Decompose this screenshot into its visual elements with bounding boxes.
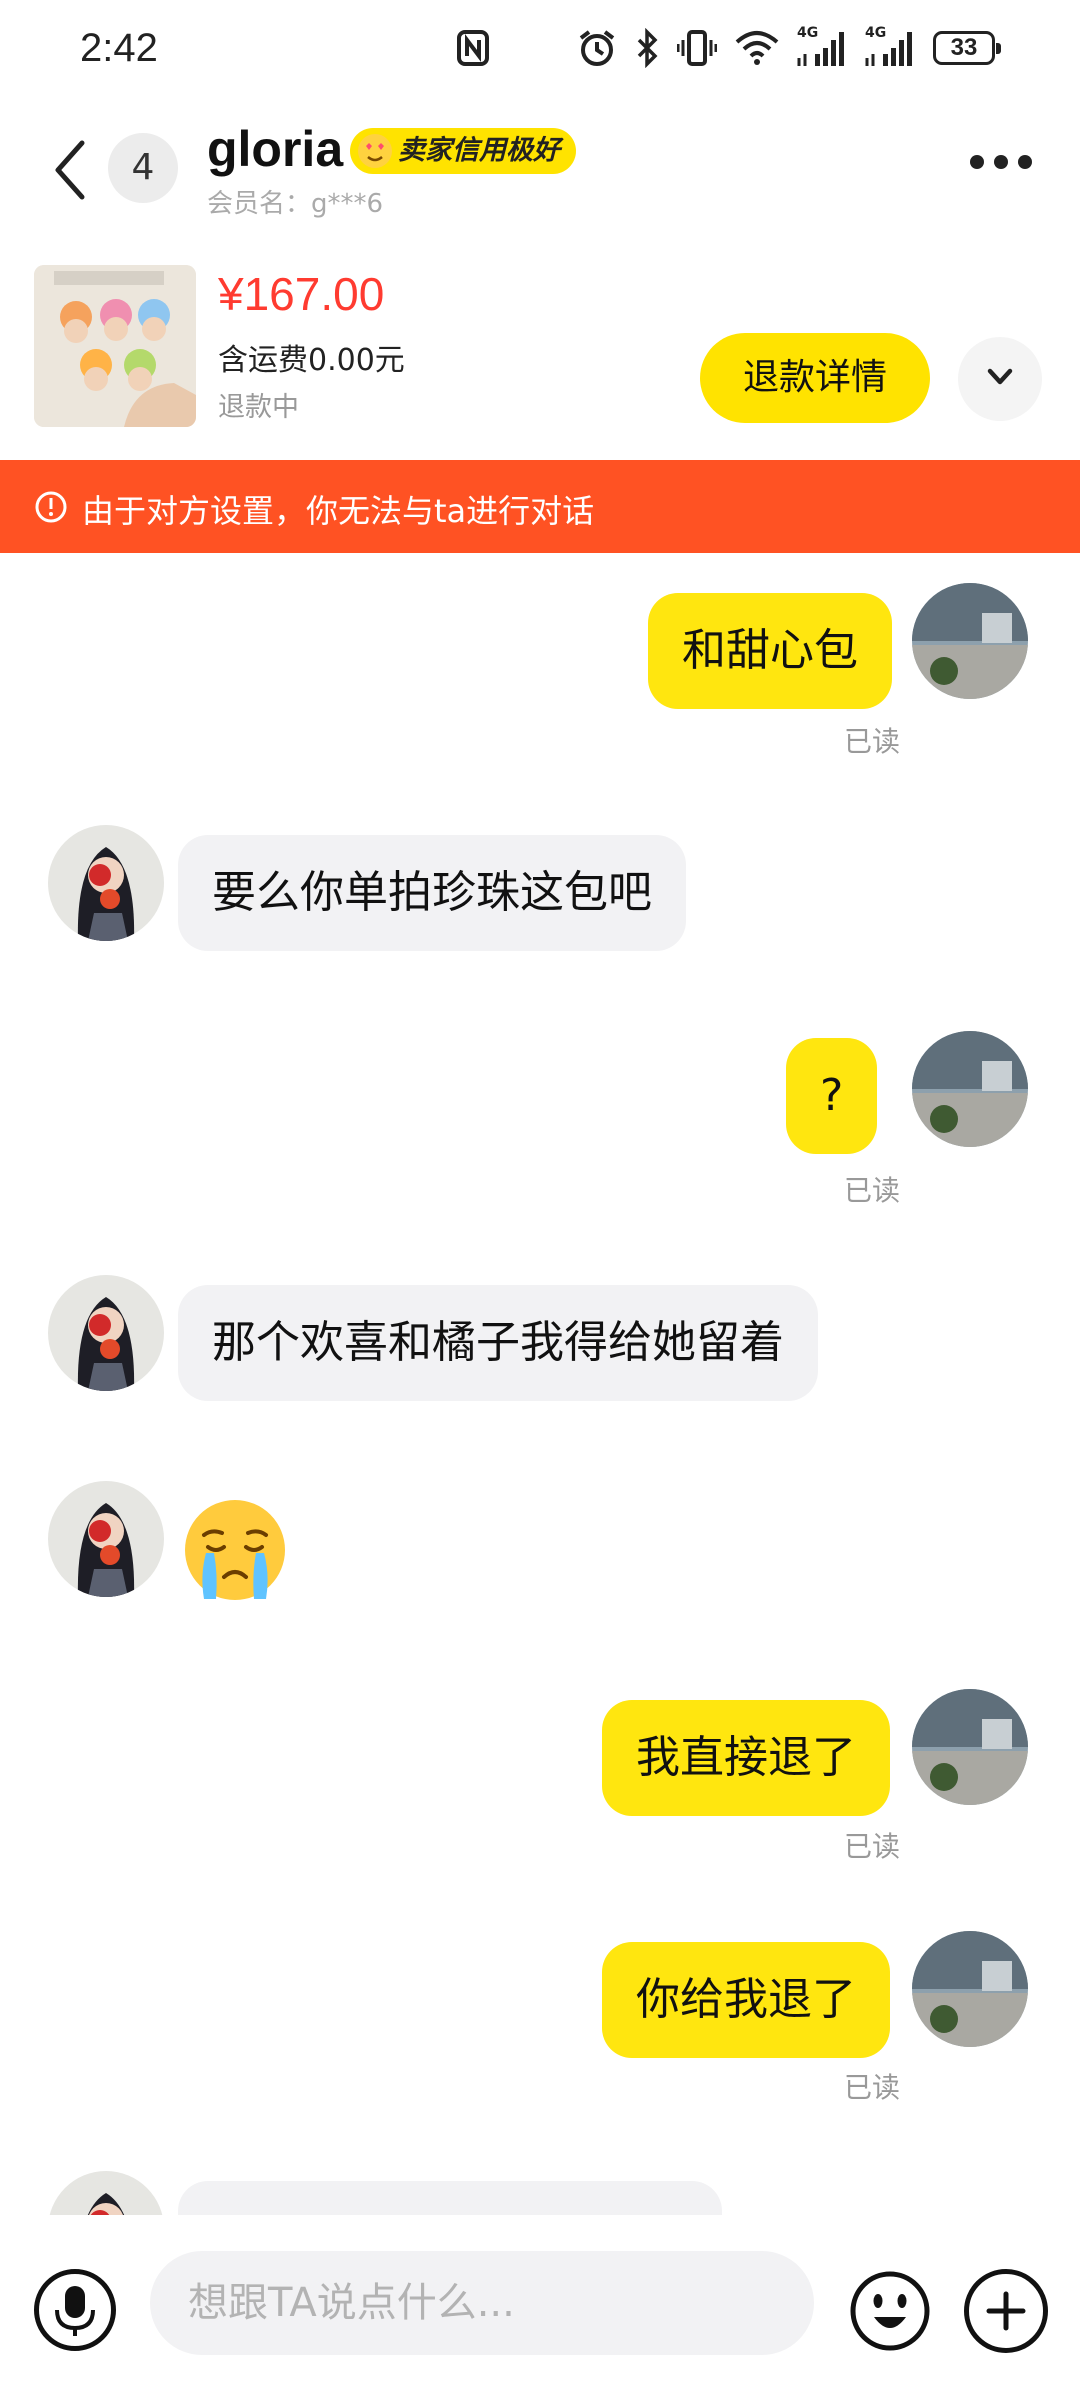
order-price: ¥167.00 <box>218 268 385 320</box>
message-bubble-outgoing[interactable]: ? <box>786 1038 878 1154</box>
nfc-icon <box>457 30 489 66</box>
member-id: 会员名：g***6 <box>207 189 384 219</box>
refund-details-button[interactable]: 退款详情 <box>700 333 930 423</box>
status-bar: 2:42 4G 4G 33 <box>0 0 1080 105</box>
warning-text: 由于对方设置，你无法与ta进行对话 <box>82 492 595 530</box>
smiley-icon <box>850 2271 930 2351</box>
credit-badge-label: 卖家信用极好 <box>398 135 560 166</box>
alarm-icon <box>579 30 615 66</box>
chat-messages[interactable]: 和甜心包 已读 要么你单拍珍珠这包吧 ? 已读 那个欢喜和橘子我得给她留着 我直… <box>0 553 1080 2215</box>
signal-icon-2: 4G <box>865 26 915 68</box>
crying-face-icon <box>185 1500 285 1600</box>
message-bubble-outgoing[interactable]: 你给我退了 <box>602 1942 890 2058</box>
my-avatar[interactable] <box>912 583 1028 699</box>
heart-eyes-face-icon <box>358 134 392 168</box>
voice-input-button[interactable] <box>34 2269 116 2351</box>
crying-face-emoji[interactable] <box>180 1495 290 1605</box>
wifi-icon <box>735 31 779 65</box>
contact-name[interactable]: gloria <box>207 120 343 178</box>
back-button[interactable] <box>48 135 98 205</box>
order-card: ¥167.00 含运费0.00元 退款中 退款详情 <box>0 255 1080 460</box>
message-bubble-incoming[interactable] <box>178 2181 722 2215</box>
chevron-left-icon <box>55 140 85 200</box>
signal-icon-1: 4G <box>797 26 847 68</box>
order-status: 退款中 <box>218 392 299 423</box>
message-input[interactable] <box>150 2251 814 2355</box>
read-receipt: 已读 <box>844 2071 901 2104</box>
alert-circle-icon <box>35 491 67 523</box>
my-avatar[interactable] <box>912 1031 1028 1147</box>
contact-avatar[interactable] <box>48 825 164 941</box>
more-dot-icon <box>1018 155 1032 169</box>
status-time: 2:42 <box>80 26 158 70</box>
more-actions-button[interactable] <box>964 2269 1048 2353</box>
input-bar <box>0 2215 1080 2390</box>
contact-avatar[interactable] <box>48 1275 164 1391</box>
message-bubble-incoming[interactable]: 要么你单拍珍珠这包吧 <box>178 835 686 951</box>
plus-icon <box>986 2291 1026 2331</box>
message-bubble-incoming[interactable]: 那个欢喜和橘子我得给她留着 <box>178 1285 818 1401</box>
chevron-down-icon <box>987 368 1013 385</box>
contact-avatar[interactable] <box>48 1481 164 1597</box>
message-bubble-outgoing[interactable]: 和甜心包 <box>648 593 892 709</box>
shipping-fee: 含运费0.00元 <box>218 343 405 378</box>
more-options-button[interactable] <box>970 155 1040 181</box>
read-receipt: 已读 <box>844 1830 901 1863</box>
product-thumbnail[interactable] <box>34 265 196 427</box>
battery-indicator: 33 <box>933 31 1001 65</box>
read-receipt: 已读 <box>844 1174 901 1207</box>
credit-badge: 卖家信用极好 <box>350 128 576 174</box>
more-dot-icon <box>970 155 984 169</box>
my-avatar[interactable] <box>912 1931 1028 2047</box>
read-receipt: 已读 <box>844 725 901 758</box>
vibrate-icon <box>677 30 717 66</box>
bluetooth-icon <box>637 28 658 68</box>
status-icons: 4G 4G 33 <box>455 26 1001 68</box>
warning-banner: 由于对方设置，你无法与ta进行对话 <box>0 460 1080 553</box>
message-bubble-outgoing[interactable]: 我直接退了 <box>602 1700 890 1816</box>
my-avatar[interactable] <box>912 1689 1028 1805</box>
expand-order-button[interactable] <box>958 337 1042 421</box>
more-dot-icon <box>994 155 1008 169</box>
chat-header: 4 gloria 卖家信用极好 会员名：g***6 <box>0 105 1080 255</box>
emoji-button[interactable] <box>848 2269 932 2353</box>
unread-count-badge: 4 <box>108 133 178 203</box>
microphone-icon <box>55 2286 95 2336</box>
contact-avatar[interactable] <box>48 2171 164 2215</box>
